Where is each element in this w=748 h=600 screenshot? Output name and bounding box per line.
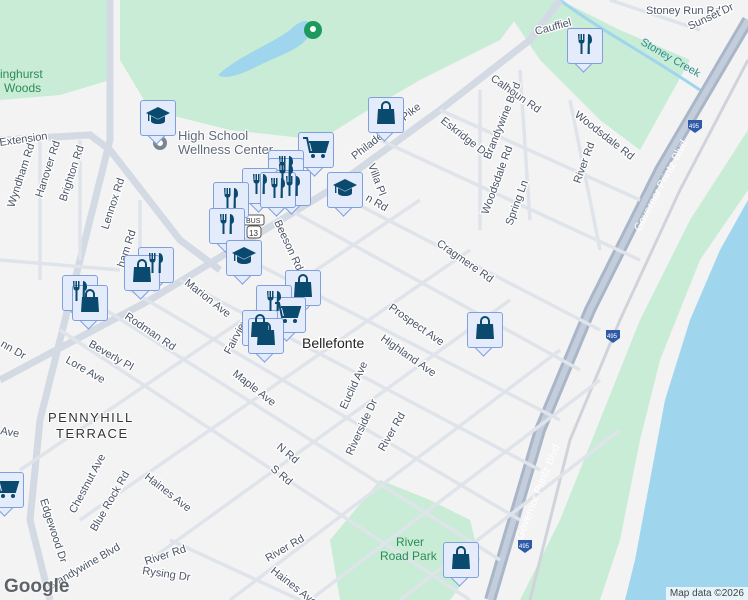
school-marker[interactable] bbox=[226, 240, 262, 285]
marker-box bbox=[467, 312, 503, 348]
svg-text:495: 495 bbox=[519, 544, 530, 550]
grocery-marker[interactable] bbox=[0, 472, 24, 517]
shopping-cart-icon bbox=[302, 135, 330, 166]
restaurant-marker[interactable] bbox=[567, 28, 603, 73]
shopping-cart-icon bbox=[0, 475, 20, 506]
graduation-cap-icon bbox=[332, 176, 358, 205]
marker-box bbox=[567, 28, 603, 64]
shopping-marker[interactable] bbox=[72, 285, 108, 330]
shopping-bag-icon bbox=[254, 321, 278, 352]
map-canvas[interactable]: Philadelphia Pike Extension Wyndham Rd H… bbox=[0, 0, 748, 600]
svg-text:495: 495 bbox=[607, 334, 618, 340]
shopping-bag-icon bbox=[130, 258, 154, 289]
place-label-bellefonte: Bellefonte bbox=[302, 335, 364, 351]
area-label-2: Woods bbox=[4, 81, 41, 95]
marker-box bbox=[443, 542, 479, 578]
map-attribution[interactable]: Map data ©2026 bbox=[665, 587, 748, 600]
shopping-marker[interactable] bbox=[368, 97, 404, 142]
fork-knife-icon bbox=[266, 176, 290, 205]
route-13-shield: 13 bbox=[246, 225, 262, 239]
marker-box bbox=[327, 172, 363, 208]
shopping-bag-icon bbox=[449, 545, 473, 576]
shopping-marker[interactable] bbox=[443, 542, 479, 587]
school-marker[interactable] bbox=[327, 172, 363, 217]
shopping-bag-icon bbox=[374, 100, 398, 131]
neighborhood-label-1: PENNYHILL bbox=[48, 410, 134, 425]
poi-label-1: High School bbox=[178, 128, 248, 143]
neighborhood-label-2: TERRACE bbox=[56, 426, 129, 441]
fork-knife-icon bbox=[215, 212, 239, 241]
shopping-bag-icon bbox=[473, 315, 497, 346]
marker-box bbox=[209, 208, 245, 244]
graduation-cap-icon bbox=[231, 244, 257, 273]
shopping-bag-icon bbox=[78, 288, 102, 319]
school-marker[interactable] bbox=[140, 100, 176, 145]
marker-box bbox=[368, 97, 404, 133]
poi-label-2: Wellness Center bbox=[178, 142, 274, 157]
shopping-marker[interactable] bbox=[467, 312, 503, 357]
graduation-cap-icon bbox=[145, 104, 171, 133]
svg-text:13: 13 bbox=[249, 229, 258, 238]
park-label-2: Road Park bbox=[380, 549, 438, 563]
google-logo: Google bbox=[4, 576, 70, 597]
marker-box bbox=[140, 100, 176, 136]
fork-knife-icon bbox=[573, 32, 597, 61]
area-label-1: inghurst bbox=[0, 67, 43, 81]
svg-text:495: 495 bbox=[689, 124, 700, 130]
park-pin-icon bbox=[304, 21, 322, 39]
park-label-1: River bbox=[396, 535, 424, 549]
marker-box bbox=[226, 240, 262, 276]
marker-box bbox=[0, 472, 24, 508]
marker-box bbox=[72, 285, 108, 321]
